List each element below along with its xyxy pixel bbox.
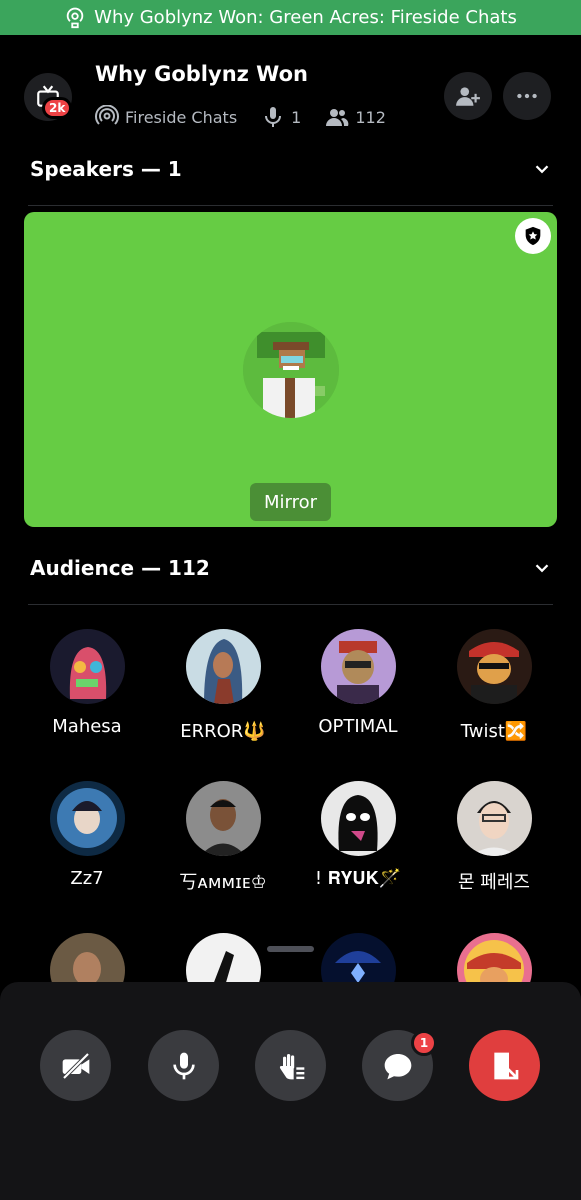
avatar — [49, 629, 125, 704]
avatar — [185, 781, 261, 856]
voice-control-panel: 1 — [0, 982, 581, 1200]
speaker-count: 1 — [291, 107, 302, 127]
speakers-section-header[interactable]: Speakers — 1 — [30, 151, 553, 187]
leave-stage-button[interactable] — [469, 1030, 540, 1101]
avatar — [320, 629, 396, 704]
member-name: ! 𝐑𝐘𝐔𝐊🪄 — [314, 868, 402, 889]
stage-channel-icon — [95, 105, 119, 125]
more-options-button[interactable] — [503, 72, 551, 120]
stage-icon — [66, 7, 84, 28]
camera-toggle-button[interactable] — [40, 1030, 111, 1101]
chat-unread-badge: 1 — [411, 1030, 437, 1056]
avatar — [49, 781, 125, 856]
audience-member[interactable]: 몬 페레즈 — [426, 781, 562, 921]
raise-hand-icon — [279, 1053, 304, 1079]
audience-member[interactable]: Twist🔀 — [426, 629, 562, 769]
pixel-avatar — [243, 322, 339, 418]
add-user-icon — [456, 87, 480, 106]
listener-count: 112 — [355, 107, 386, 127]
avatar — [456, 781, 532, 856]
microphone-icon — [172, 1052, 195, 1079]
members-icon — [326, 109, 349, 126]
member-name: 몬 페레즈 — [458, 872, 530, 893]
speaker-avatar[interactable] — [243, 322, 339, 418]
microphone-button[interactable] — [148, 1030, 219, 1101]
leave-icon — [493, 1052, 518, 1079]
avatar — [456, 629, 532, 704]
audience-grid: Mahesa ERROR🔱 OPTIMAL Twist🔀 Zz7 丂ᴀᴍᴍɪᴇ♔… — [18, 625, 563, 1008]
shield-star-icon — [525, 226, 541, 246]
member-name: OPTIMAL — [318, 716, 398, 737]
speakers-heading: Speakers — 1 — [30, 157, 182, 181]
channel-name: Fireside Chats — [125, 107, 238, 127]
invite-button[interactable] — [444, 72, 492, 120]
stage-subline: Fireside Chats 1 112 — [95, 105, 386, 129]
video-off-icon — [60, 1050, 91, 1081]
chevron-down-icon — [535, 564, 549, 573]
member-name: Zz7 — [70, 868, 104, 889]
audience-member[interactable]: Mahesa — [19, 629, 155, 769]
avatar — [185, 629, 261, 704]
member-name: Mahesa — [52, 716, 122, 737]
audience-member[interactable]: ERROR🔱 — [155, 629, 291, 769]
raise-hand-button[interactable] — [255, 1030, 326, 1101]
audience-member[interactable]: OPTIMAL — [290, 629, 426, 769]
more-icon — [517, 93, 537, 99]
audience-member[interactable]: 丂ᴀᴍᴍɪᴇ♔ — [155, 781, 291, 921]
stage-header: 2k Why Goblynz Won Fireside Chats 1 112 — [0, 35, 581, 150]
member-name: ERROR🔱 — [180, 721, 266, 742]
moderator-badge — [515, 218, 551, 254]
member-name: Twist🔀 — [460, 721, 528, 742]
stage-status-banner[interactable]: Why Goblynz Won: Green Acres: Fireside C… — [0, 0, 581, 35]
stage-title: Why Goblynz Won — [95, 62, 308, 86]
chat-icon — [384, 1053, 411, 1079]
banner-text: Why Goblynz Won: Green Acres: Fireside C… — [94, 7, 517, 28]
audience-section-header[interactable]: Audience — 112 — [30, 550, 553, 586]
audience-member[interactable]: Zz7 — [19, 781, 155, 921]
member-name: 丂ᴀᴍᴍɪᴇ♔ — [179, 872, 267, 893]
server-badge: 2k — [42, 97, 73, 119]
speaker-card[interactable]: Mirror — [24, 212, 557, 527]
audience-member[interactable]: ! 𝐑𝐘𝐔𝐊🪄 — [290, 781, 426, 921]
microphone-icon — [265, 107, 282, 127]
drag-handle[interactable] — [267, 946, 314, 952]
avatar — [320, 781, 396, 856]
divider — [28, 205, 553, 206]
audience-heading: Audience — 112 — [30, 556, 210, 580]
chevron-down-icon — [535, 165, 549, 174]
speaker-name-label: Mirror — [250, 483, 331, 521]
divider — [28, 604, 553, 605]
